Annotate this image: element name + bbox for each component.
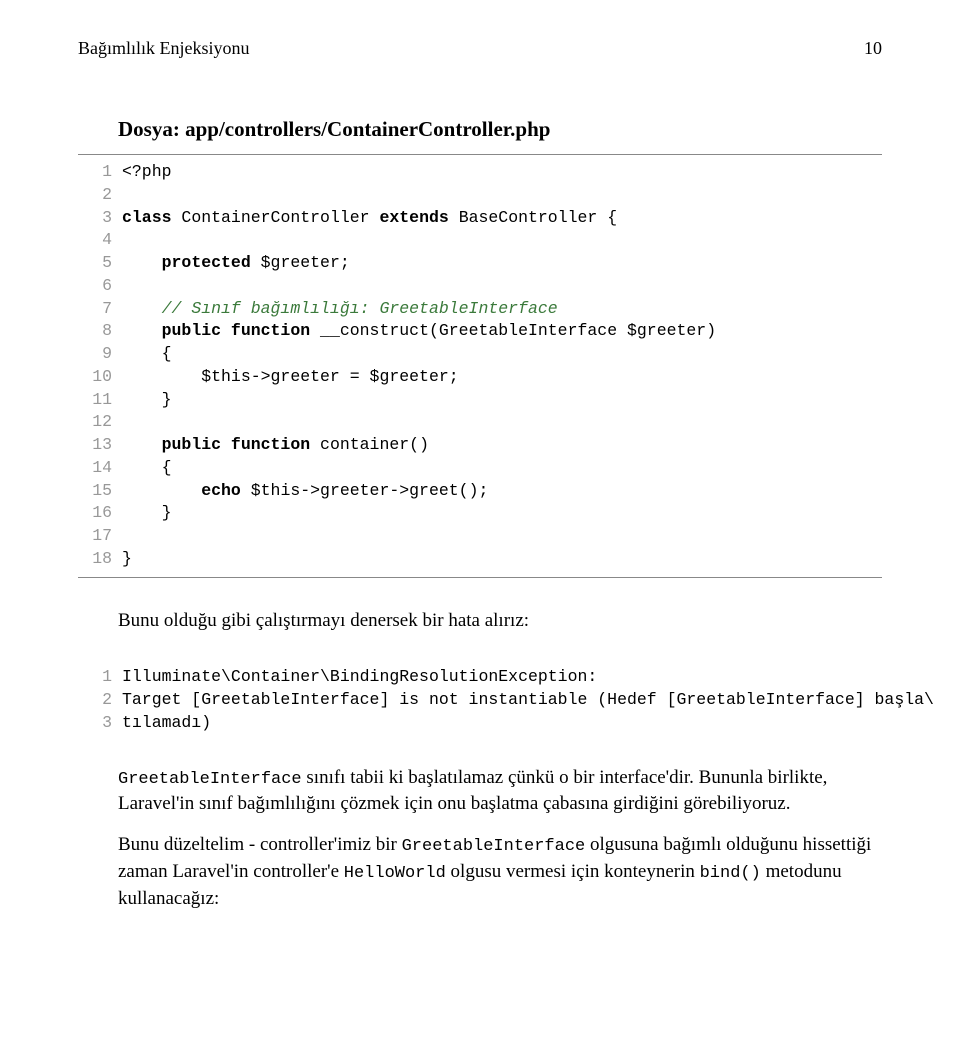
line-number: 10	[78, 366, 122, 389]
line-number: 9	[78, 343, 122, 366]
line-number: 14	[78, 457, 122, 480]
code-line: 10 $this->greeter = $greeter;	[78, 366, 882, 389]
code-line: 1Illuminate\Container\BindingResolutionE…	[78, 666, 882, 689]
code-content: Illuminate\Container\BindingResolutionEx…	[122, 666, 882, 689]
line-number: 18	[78, 548, 122, 571]
code-line: 1<?php	[78, 161, 882, 184]
line-number: 17	[78, 525, 122, 548]
paragraph-3-text: Bunu düzeltelim - controller'imiz bir Gr…	[118, 832, 882, 912]
code-line: 14 {	[78, 457, 882, 480]
code-content	[122, 184, 882, 207]
file-heading: Dosya: app/controllers/ContainerControll…	[118, 117, 882, 142]
code-content: Target [GreetableInterface] is not insta…	[122, 689, 934, 712]
code-content: {	[122, 343, 882, 366]
code-line: 5 protected $greeter;	[78, 252, 882, 275]
line-number: 6	[78, 275, 122, 298]
code-content: public function __construct(GreetableInt…	[122, 320, 882, 343]
code-line: 3tılamadı)	[78, 712, 882, 735]
code-line: 12	[78, 411, 882, 434]
line-number: 2	[78, 184, 122, 207]
code-content: // Sınıf bağımlılığı: GreetableInterface	[122, 298, 882, 321]
code-line: 15 echo $this->greeter->greet();	[78, 480, 882, 503]
code-content: }	[122, 389, 882, 412]
code-line: 13 public function container()	[78, 434, 882, 457]
paragraph-1: Bunu olduğu gibi çalıştırmayı denersek b…	[118, 608, 882, 635]
line-number: 12	[78, 411, 122, 434]
line-number: 16	[78, 502, 122, 525]
code-content: }	[122, 548, 882, 571]
code-line: 18}	[78, 548, 882, 571]
line-number: 8	[78, 320, 122, 343]
line-number: 2	[78, 689, 122, 712]
line-number: 13	[78, 434, 122, 457]
paragraph-2-text: GreetableInterface sınıfı tabii ki başla…	[118, 765, 882, 818]
code-content	[122, 411, 882, 434]
code-content	[122, 525, 882, 548]
line-number: 1	[78, 666, 122, 689]
code-content: class ContainerController extends BaseCo…	[122, 207, 882, 230]
code-content: {	[122, 457, 882, 480]
line-number: 11	[78, 389, 122, 412]
paragraph-2: GreetableInterface sınıfı tabii ki başla…	[118, 765, 882, 913]
p3-s5: olgusu vermesi için konteynerin	[446, 861, 700, 882]
line-number: 1	[78, 161, 122, 184]
line-number: 15	[78, 480, 122, 503]
code-content: public function container()	[122, 434, 882, 457]
code-content: <?php	[122, 161, 882, 184]
code-block-1: 1<?php23class ContainerController extend…	[78, 154, 882, 578]
code-content: tılamadı)	[122, 712, 882, 735]
code-block-2: 1Illuminate\Container\BindingResolutionE…	[78, 660, 882, 740]
inline-code-bind: bind()	[700, 864, 761, 883]
code-line: 9 {	[78, 343, 882, 366]
code-line: 16 }	[78, 502, 882, 525]
line-number: 7	[78, 298, 122, 321]
page-header: Bağımlılık Enjeksiyonu 10	[78, 38, 882, 59]
line-number: 3	[78, 712, 122, 735]
code-line: 8 public function __construct(GreetableI…	[78, 320, 882, 343]
paragraph-1-text: Bunu olduğu gibi çalıştırmayı denersek b…	[118, 608, 882, 635]
code-line: 2Target [GreetableInterface] is not inst…	[78, 689, 882, 712]
p3-s1: Bunu düzeltelim - controller'imiz bir	[118, 834, 402, 855]
code-line: 11 }	[78, 389, 882, 412]
code-line: 4	[78, 229, 882, 252]
code-line: 7 // Sınıf bağımlılığı: GreetableInterfa…	[78, 298, 882, 321]
code-line: 6	[78, 275, 882, 298]
chapter-title: Bağımlılık Enjeksiyonu	[78, 38, 250, 59]
line-number: 4	[78, 229, 122, 252]
page-number: 10	[864, 38, 882, 59]
code-line: 17	[78, 525, 882, 548]
code-content: echo $this->greeter->greet();	[122, 480, 882, 503]
code-line: 3class ContainerController extends BaseC…	[78, 207, 882, 230]
code-content: }	[122, 502, 882, 525]
line-number: 3	[78, 207, 122, 230]
code-line: 2	[78, 184, 882, 207]
code-content	[122, 229, 882, 252]
inline-code-greetable: GreetableInterface	[118, 770, 302, 789]
line-number: 5	[78, 252, 122, 275]
code-content: protected $greeter;	[122, 252, 882, 275]
code-content	[122, 275, 882, 298]
inline-code-greetable2: GreetableInterface	[402, 837, 586, 856]
code-content: $this->greeter = $greeter;	[122, 366, 882, 389]
inline-code-helloworld: HelloWorld	[344, 864, 446, 883]
